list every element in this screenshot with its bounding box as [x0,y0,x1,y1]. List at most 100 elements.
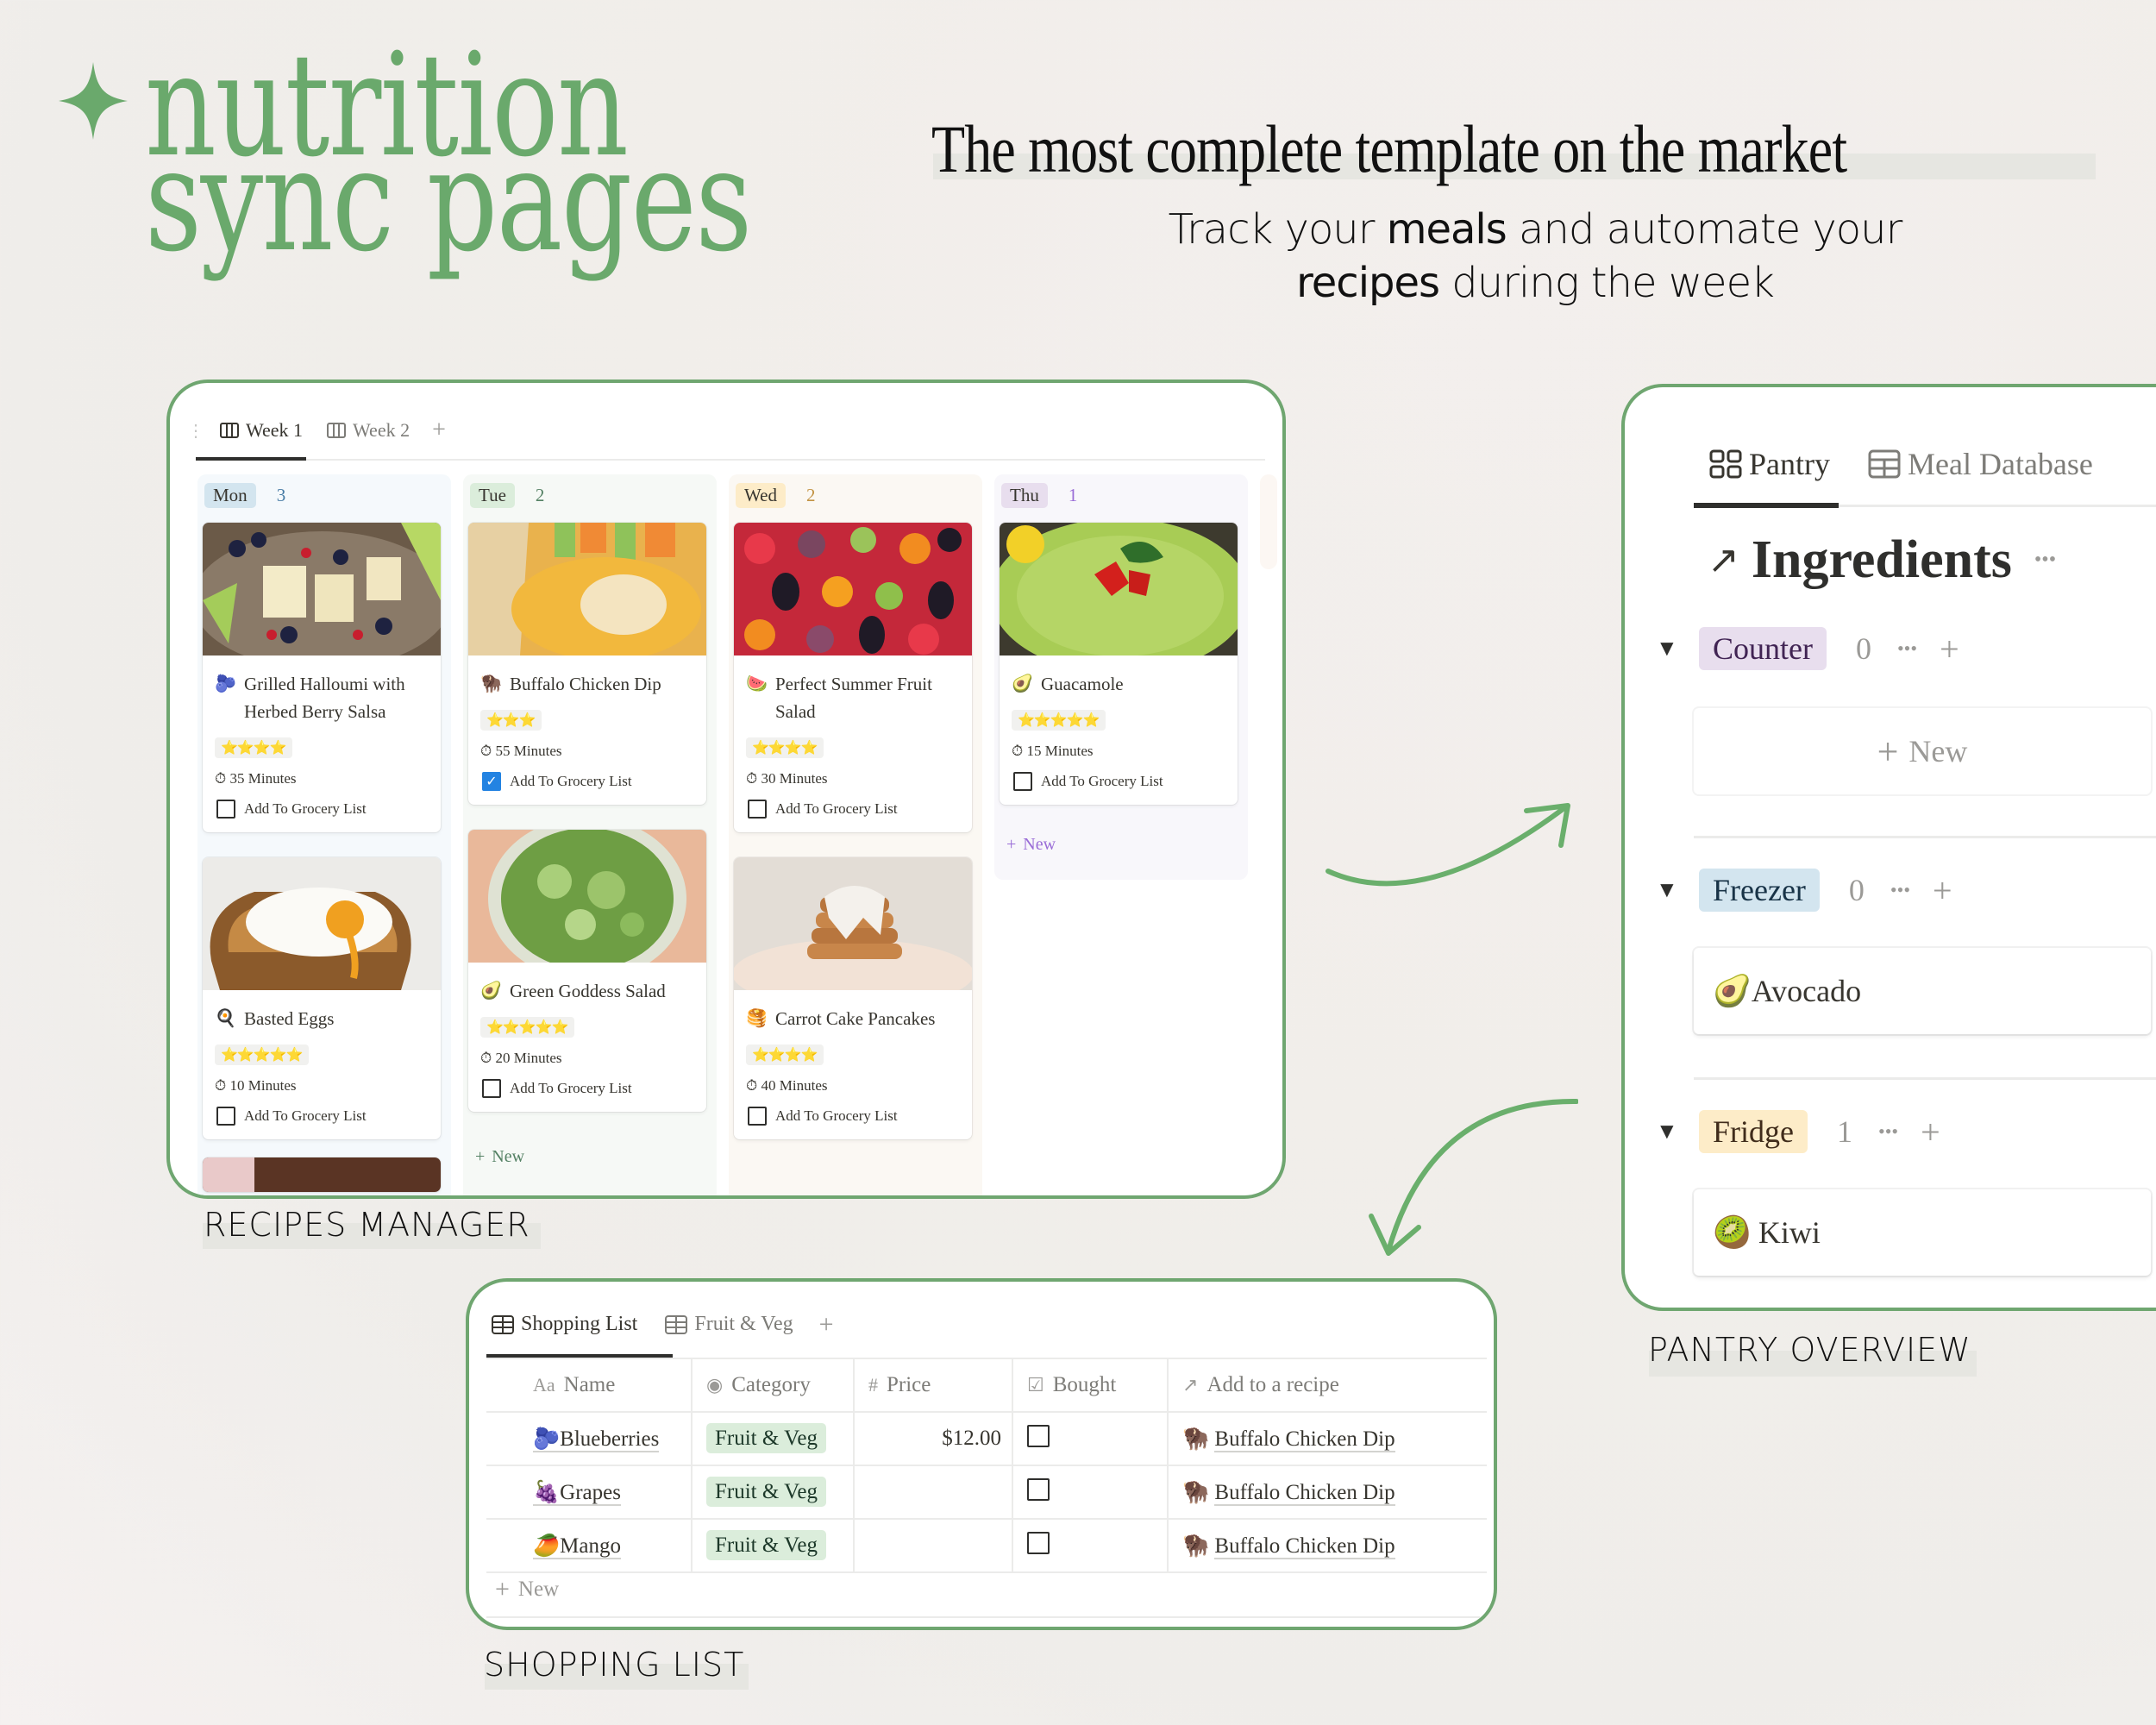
category-pill: Fruit & Veg [706,1530,826,1560]
column-header-name[interactable]: Aa Name [486,1358,693,1413]
grocery-checkbox[interactable] [1013,772,1032,791]
bought-checkbox[interactable] [1027,1424,1050,1447]
column-header-price[interactable]: # Price [854,1358,1013,1413]
recipe-link[interactable]: Buffalo Chicken Dip [1214,1480,1395,1506]
cell-category[interactable]: Fruit & Veg [692,1412,855,1466]
pantry-item-card[interactable]: 🥑 Avocado [1694,948,2151,1034]
cell-bought[interactable] [1012,1465,1169,1520]
recipe-card[interactable]: 🥞 Carrot Cake Pancakes ⭐⭐⭐⭐ ⏱ 40 Minutes … [734,857,972,1139]
recipe-title-text: Basted Eggs [244,1008,335,1029]
tab-meal-database[interactable]: Meal Database [1866,441,2095,487]
table-row[interactable]: 🍇Grapes Fruit & Veg 🦬 Buffalo Chicken Di… [486,1465,1487,1520]
tab-week-2[interactable]: Week 2 [325,414,411,447]
shopping-table: Aa Name ◉ Category # Price ☑ Bought ↗ Add to … [486,1358,1487,1573]
grocery-checkbox-row[interactable]: Add To Grocery List [203,787,441,832]
column-label: Name [563,1373,616,1396]
cell-recipe[interactable]: 🦬 Buffalo Chicken Dip [1168,1465,1487,1520]
column-header-recipe[interactable]: ↗ Add to a recipe [1168,1358,1487,1413]
recipes-manager-panel: ⋮ Week 1 Week 2 + Mon 3 🫐 Grilled Halloum… [166,380,1286,1199]
column-header-category[interactable]: ◉ Category [692,1358,855,1413]
grocery-checkbox-row[interactable]: Add To Grocery List [468,1067,706,1112]
grocery-checkbox-row[interactable]: Add To Grocery List [203,1095,441,1139]
grocery-checkbox[interactable] [748,800,767,819]
grocery-checkbox[interactable] [216,1107,235,1126]
tab-week-1[interactable]: Week 1 [218,414,304,447]
tab-label: Week 2 [353,419,411,441]
bought-checkbox[interactable] [1027,1477,1050,1501]
grocery-checkbox-row[interactable]: ✓ Add To Grocery List [468,760,706,805]
curved-arrow-right-icon [1326,803,1570,887]
more-options-icon[interactable]: ••• [1878,1120,1898,1143]
drag-handle-icon[interactable]: ⋮ [187,420,204,442]
category-pill: Fruit & Veg [706,1477,826,1507]
grocery-checkbox[interactable] [216,800,235,819]
cell-price[interactable]: $12.00 [854,1412,1013,1466]
recipe-link[interactable]: Buffalo Chicken Dip [1214,1534,1395,1559]
cell-bought[interactable] [1012,1412,1169,1466]
add-view-button[interactable]: + [819,1310,834,1339]
tab-label: Fruit & Veg [694,1313,793,1335]
recipe-card[interactable]: 🥑 Guacamole ⭐⭐⭐⭐⭐ ⏱ 15 Minutes Add To Gro… [1000,523,1238,805]
grocery-checkbox[interactable] [748,1107,767,1126]
grocery-checkbox-row[interactable]: Add To Grocery List [1000,760,1238,805]
recipe-card[interactable]: 🫐 Grilled Halloumi with Herbed Berry Sals… [203,523,441,832]
cell-bought[interactable] [1012,1519,1169,1573]
cell-name[interactable]: 🥭Mango [486,1519,693,1573]
add-item-icon[interactable]: + [1921,1112,1940,1152]
add-item-icon[interactable]: + [1940,629,1959,669]
subtag-bold: meals [1386,205,1507,254]
grocery-checkbox-row[interactable]: Add To Grocery List [734,1095,972,1139]
new-card-button[interactable]: + New [1006,835,1056,855]
cook-time: ⏱ 35 Minutes [215,770,297,787]
add-item-icon[interactable]: + [1933,870,1952,911]
recipe-title: 🍳 Basted Eggs [203,994,441,1032]
recipe-card[interactable]: 🍳 Basted Eggs ⭐⭐⭐⭐⭐ ⏱ 10 Minutes Add To G… [203,857,441,1139]
more-options-icon[interactable]: ••• [1897,637,1917,660]
tab-label: Meal Database [1908,447,2093,481]
collapse-triangle-icon[interactable]: ▼ [1656,636,1699,662]
cell-price[interactable] [854,1465,1013,1520]
recipe-card[interactable]: 🦬 Buffalo Chicken Dip ⭐⭐⭐ ⏱ 55 Minutes ✓ A… [468,523,706,805]
recipe-card-partial[interactable] [203,1157,441,1192]
more-options-icon[interactable]: ••• [2034,549,2056,572]
tab-pantry[interactable]: Pantry [1708,441,1832,487]
cell-name[interactable]: 🍇Grapes [486,1465,693,1520]
cell-price[interactable] [854,1519,1013,1573]
cell-name[interactable]: 🫐Blueberries [486,1412,693,1466]
table-icon [492,1314,514,1334]
cell-category[interactable]: Fruit & Veg [692,1519,855,1573]
add-view-button[interactable]: + [432,417,446,444]
cell-recipe[interactable]: 🦬 Buffalo Chicken Dip [1168,1519,1487,1573]
new-row-button[interactable]: + New [495,1575,559,1604]
group-divider [1694,836,2156,838]
column-header: Thu 1 [1001,483,1077,508]
pantry-item-card[interactable]: 🥝 Kiwi [1694,1189,2151,1276]
recipe-link[interactable]: Buffalo Chicken Dip [1214,1427,1395,1452]
ingredients-title[interactable]: Ingredients [1752,530,2012,591]
board-column-mon: Mon 3 🫐 Grilled Halloumi with Herbed Berr… [197,474,451,1195]
new-item-button[interactable]: + New [1694,708,2151,794]
group-pill: Counter [1699,627,1827,670]
tab-shopping-list[interactable]: Shopping List [490,1308,639,1341]
cell-category[interactable]: Fruit & Veg [692,1465,855,1520]
column-header-bought[interactable]: ☑ Bought [1012,1358,1169,1413]
grocery-label: Add To Grocery List [775,1107,898,1124]
more-options-icon[interactable]: ••• [1890,879,1910,901]
recipe-card[interactable]: 🥑 Green Goddess Salad ⭐⭐⭐⭐⭐ ⏱ 20 Minutes … [468,830,706,1112]
new-card-button[interactable]: + New [475,1147,524,1167]
recipe-emoji-icon: 🫐 [215,674,236,693]
table-icon [1868,449,1901,479]
grocery-checkbox-row[interactable]: Add To Grocery List [734,787,972,832]
tab-fruit-veg[interactable]: Fruit & Veg [663,1308,794,1341]
collapse-triangle-icon[interactable]: ▼ [1656,877,1699,903]
rating-stars: ⭐⭐⭐⭐⭐ [1012,710,1106,731]
grocery-checkbox[interactable] [482,1079,501,1098]
recipe-card[interactable]: 🍉 Perfect Summer Fruit Salad ⭐⭐⭐⭐ ⏱ 30 Mi… [734,523,972,832]
grocery-checkbox-checked[interactable]: ✓ [482,772,501,791]
recipe-image-partial [203,1157,441,1192]
collapse-triangle-icon[interactable]: ▼ [1656,1119,1699,1145]
table-row[interactable]: 🫐Blueberries Fruit & Veg $12.00 🦬 Buffal… [486,1412,1487,1466]
bought-checkbox[interactable] [1027,1531,1050,1554]
cell-recipe[interactable]: 🦬 Buffalo Chicken Dip [1168,1412,1487,1466]
table-row[interactable]: 🥭Mango Fruit & Veg 🦬 Buffalo Chicken Dip [486,1519,1487,1573]
